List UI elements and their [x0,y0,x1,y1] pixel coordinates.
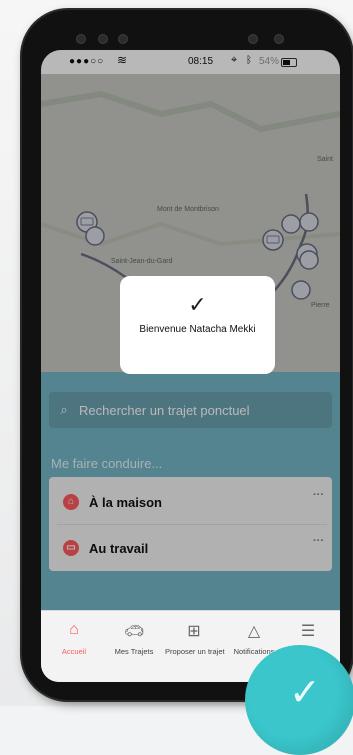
plus-square-icon: ⊞ [187,623,201,640]
front-camera [274,34,284,44]
tab-mes-trajets[interactable]: 🚗︎ Mes Trajets [105,621,163,656]
car-icon: 🚗︎ [123,623,145,640]
check-icon: ✓ [188,292,207,317]
check-icon: ✓ [289,672,321,714]
camera-dot [118,34,128,44]
menu-icon: ☰ [300,623,316,640]
bell-icon: △ [247,623,261,640]
confirm-fab[interactable]: ✓ [245,645,353,755]
tab-accueil[interactable]: ⌂ Accueil [45,621,103,656]
tab-proposer[interactable]: ⊞ Proposer un trajet [165,621,225,656]
tab-label: Proposer un trajet [165,647,225,656]
tab-menu[interactable]: ☰ [279,621,337,647]
tab-label: Accueil [61,647,87,656]
welcome-dialog: ✓ Bienvenue Natacha Mekki [120,276,275,374]
camera-dot [76,34,86,44]
front-camera [248,34,258,44]
home-icon: ⌂ [69,621,79,638]
camera-dot [98,34,108,44]
phone-screen: ●●●○○ ≋ 08:15 ⌖ ᛒ 54% Saint-Jean-du-Gard… [41,50,340,682]
tab-label: Mes Trajets [114,647,154,656]
welcome-message: Bienvenue Natacha Mekki [139,324,256,335]
